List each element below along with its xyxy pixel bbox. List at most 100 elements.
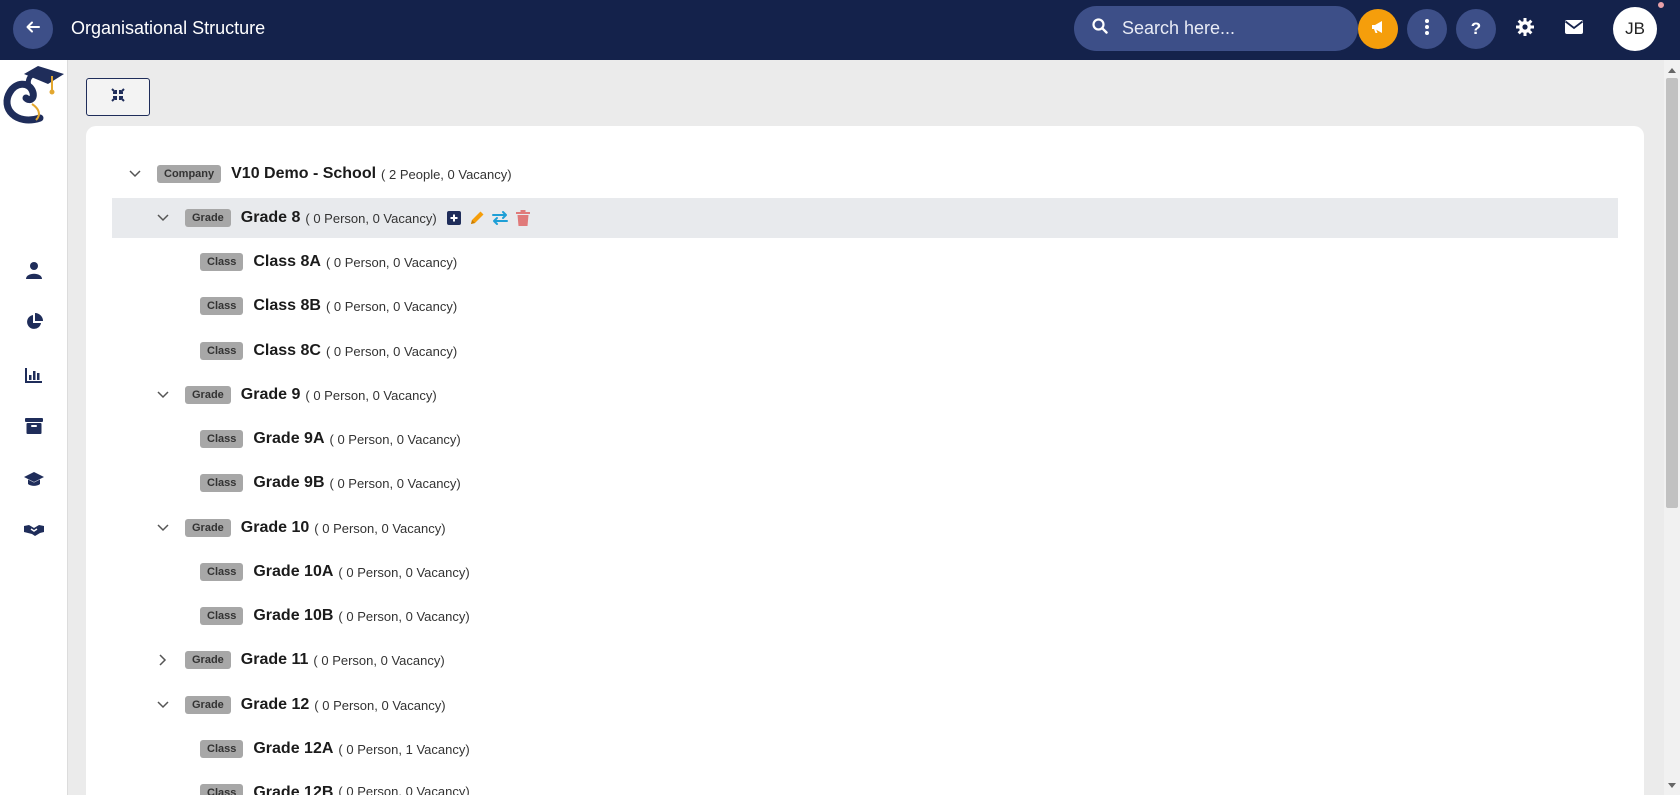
node-stats: ( 0 Person, 0 Vacancy) <box>329 431 461 447</box>
node-stats: ( 0 Person, 0 Vacancy) <box>314 697 446 713</box>
node-name: Class 8B <box>253 297 321 314</box>
top-bar: Organisational Structure ? JB <box>0 0 1680 60</box>
node-name: Class 8C <box>253 342 321 359</box>
sidebar-item-archive[interactable] <box>18 412 50 444</box>
chevron-down-icon[interactable] <box>153 518 173 538</box>
scroll-down-arrow-icon[interactable] <box>1666 780 1678 792</box>
node-stats: ( 0 Person, 0 Vacancy) <box>305 210 437 226</box>
settings-button[interactable] <box>1509 13 1541 45</box>
node-type-badge: Grade <box>185 209 231 227</box>
node-name: Grade 9A <box>253 430 325 447</box>
collapse-all-button[interactable] <box>86 78 150 116</box>
node-type-badge: Class <box>200 474 244 492</box>
node-stats: ( 0 Person, 0 Vacancy) <box>338 564 470 580</box>
person-icon <box>26 261 42 284</box>
tree-node-class[interactable]: Class Grade 9B ( 0 Person, 0 Vacancy) <box>112 463 1618 503</box>
megaphone-icon <box>1369 18 1387 41</box>
sidebar-item-analytics[interactable] <box>18 361 50 393</box>
scroll-up-arrow-icon[interactable] <box>1666 64 1678 76</box>
tree-node-class[interactable]: Class Grade 10B ( 0 Person, 0 Vacancy) <box>112 596 1618 636</box>
search-input[interactable] <box>1122 18 1342 39</box>
node-type-badge: Class <box>200 342 244 360</box>
sidebar-item-partners[interactable] <box>18 516 50 548</box>
tree-node-class[interactable]: Class Grade 10A ( 0 Person, 0 Vacancy) <box>112 552 1618 592</box>
arrow-left-icon <box>25 19 41 40</box>
tree-node-grade[interactable]: Grade Grade 11 ( 0 Person, 0 Vacancy) <box>112 640 1618 680</box>
announcements-button[interactable] <box>1358 9 1398 49</box>
chevron-right-icon[interactable] <box>153 650 173 670</box>
node-type-badge: Class <box>200 297 244 315</box>
node-type-badge: Class <box>200 740 244 758</box>
tree-node-class[interactable]: Class Grade 12A ( 0 Person, 1 Vacancy) <box>112 729 1618 769</box>
tree-node-class[interactable]: Class Grade 12B ( 0 Person, 0 Vacancy) <box>112 773 1618 795</box>
graduation-cap-icon <box>24 471 44 492</box>
node-name: Class 8A <box>253 253 321 270</box>
node-stats: ( 2 People, 0 Vacancy) <box>381 166 512 182</box>
question-mark-icon: ? <box>1470 19 1482 38</box>
sidebar-item-people[interactable] <box>18 256 50 288</box>
node-name: Grade 12A <box>253 740 334 757</box>
node-type-badge: Grade <box>185 696 231 714</box>
node-name: Grade 9B <box>253 474 325 491</box>
tree-node-grade[interactable]: Grade Grade 12 ( 0 Person, 0 Vacancy) <box>112 685 1618 725</box>
node-type-badge: Class <box>200 607 244 625</box>
scrollbar-thumb[interactable] <box>1666 78 1678 508</box>
gear-icon <box>1515 17 1535 42</box>
pie-chart-icon <box>25 312 43 336</box>
node-stats: ( 0 Person, 1 Vacancy) <box>338 741 470 757</box>
node-type-badge: Class <box>200 253 244 271</box>
node-type-badge: Company <box>157 165 222 183</box>
node-name: Grade 9 <box>240 386 301 403</box>
node-type-badge: Class <box>200 430 244 448</box>
messages-button[interactable] <box>1558 13 1590 45</box>
node-stats: ( 0 Person, 0 Vacancy) <box>325 343 458 359</box>
tree-node-grade[interactable]: Grade Grade 8 ( 0 Person, 0 Vacancy) <box>112 198 1618 238</box>
node-stats: ( 0 Person, 0 Vacancy) <box>313 652 445 668</box>
node-name: Grade 10 <box>240 519 310 536</box>
node-name: Grade 12 <box>240 696 310 713</box>
node-type-badge: Grade <box>185 386 231 404</box>
node-name: Grade 11 <box>240 651 309 668</box>
search-icon <box>1092 18 1108 39</box>
node-name: Grade 8 <box>240 209 301 226</box>
compress-icon <box>111 87 125 107</box>
chevron-down-icon[interactable] <box>153 208 173 228</box>
node-name: Grade 12B <box>253 784 334 795</box>
help-button[interactable]: ? <box>1456 9 1496 49</box>
school-logo <box>2 60 66 130</box>
pencil-icon[interactable] <box>468 209 486 227</box>
tree-node-class[interactable]: Class Class 8C ( 0 Person, 0 Vacancy) <box>112 331 1618 371</box>
envelope-icon <box>1564 19 1584 40</box>
node-stats: ( 0 Person, 0 Vacancy) <box>329 475 461 491</box>
tree-node-company[interactable]: Company V10 Demo - School ( 2 People, 0 … <box>112 154 1618 194</box>
node-type-badge: Grade <box>185 519 231 537</box>
user-avatar[interactable]: JB <box>1613 7 1657 51</box>
bar-chart-icon <box>25 367 43 388</box>
node-type-badge: Grade <box>185 651 231 669</box>
node-stats: ( 0 Person, 0 Vacancy) <box>325 254 458 270</box>
archive-icon <box>25 417 43 439</box>
sidebar-item-reports[interactable] <box>18 308 50 340</box>
search-bar[interactable] <box>1074 6 1358 51</box>
tree-node-class[interactable]: Class Class 8A ( 0 Person, 0 Vacancy) <box>112 242 1618 282</box>
move-arrows-icon[interactable] <box>491 209 509 227</box>
tree-node-class[interactable]: Class Grade 9A ( 0 Person, 0 Vacancy) <box>112 419 1618 459</box>
trash-icon[interactable] <box>514 209 532 227</box>
page-title: Organisational Structure <box>71 18 266 38</box>
chevron-down-icon[interactable] <box>153 695 173 715</box>
tree-node-grade[interactable]: Grade Grade 9 ( 0 Person, 0 Vacancy) <box>112 375 1618 415</box>
tree-node-class[interactable]: Class Class 8B ( 0 Person, 0 Vacancy) <box>112 286 1618 326</box>
chevron-down-icon[interactable] <box>125 164 145 184</box>
add-child-button[interactable] <box>445 209 463 227</box>
node-name: V10 Demo - School <box>231 165 377 182</box>
notification-dot <box>1656 0 1666 10</box>
chevron-down-icon[interactable] <box>153 385 173 405</box>
back-button[interactable] <box>13 9 53 49</box>
node-stats: ( 0 Person, 0 Vacancy) <box>314 520 446 536</box>
sidebar-item-education[interactable] <box>18 465 50 497</box>
vertical-dots-icon <box>1424 18 1430 41</box>
node-type-badge: Class <box>200 563 244 581</box>
handshake-icon <box>23 522 45 543</box>
tree-node-grade[interactable]: Grade Grade 10 ( 0 Person, 0 Vacancy) <box>112 508 1618 548</box>
more-options-button[interactable] <box>1407 9 1447 49</box>
